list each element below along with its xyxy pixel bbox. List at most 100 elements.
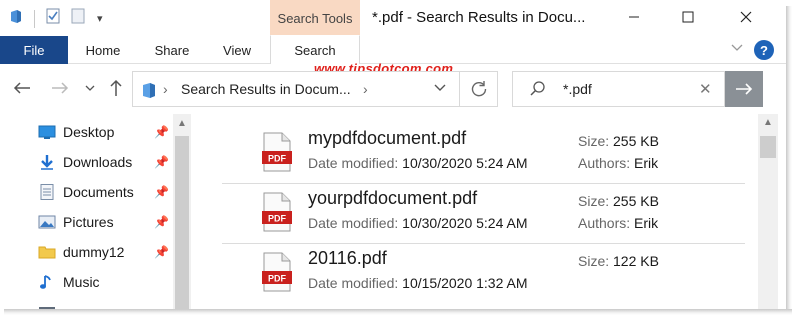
authors-label: Authors: — [578, 215, 631, 231]
maximize-button[interactable] — [660, 0, 716, 34]
pdf-icon-label: PDF — [268, 214, 287, 224]
file-name[interactable]: mypdfdocument.pdf — [308, 128, 466, 149]
nav-item-music[interactable]: Music — [0, 267, 172, 297]
window-title: *.pdf - Search Results in Docu... — [372, 9, 586, 26]
size-label: Size: — [578, 133, 610, 149]
customize-toolbar-icon[interactable]: ▾ — [97, 12, 103, 25]
file-authors: Authors: Erik — [578, 155, 658, 171]
file-authors: Authors: Erik — [578, 215, 658, 231]
pdf-file-icon: PDF — [262, 132, 292, 172]
file-size: Size: 122 KB — [578, 253, 659, 269]
arrow-right-icon — [736, 83, 753, 95]
close-button[interactable] — [718, 0, 774, 34]
tab-share[interactable]: Share — [144, 36, 200, 64]
size-label: Size: — [578, 253, 610, 269]
explorer-icon[interactable] — [8, 8, 24, 29]
explorer-window: ▾ Search Tools *.pdf - Search Results in… — [0, 0, 786, 309]
downloads-icon — [38, 154, 56, 170]
tab-file[interactable]: File — [0, 36, 68, 64]
file-size: Size: 255 KB — [578, 133, 659, 149]
pin-icon[interactable]: 📌 — [154, 185, 169, 199]
desktop-icon — [38, 124, 56, 140]
search-go-button[interactable] — [725, 71, 763, 107]
address-path[interactable]: Search Results in Docum... — [181, 81, 351, 97]
date-value: 10/30/2020 5:24 AM — [402, 215, 528, 231]
file-date-modified: Date modified: 10/30/2020 5:24 AM — [308, 215, 528, 231]
nav-item-desktop[interactable]: Desktop 📌 — [0, 117, 172, 147]
scrollbar-thumb[interactable] — [175, 136, 189, 309]
address-dropdown-icon[interactable] — [433, 80, 447, 99]
search-results-list: PDF mypdfdocument.pdf Date modified: 10/… — [192, 114, 758, 309]
recent-locations-icon[interactable] — [82, 77, 98, 99]
date-label: Date modified: — [308, 215, 399, 231]
size-label: Size: — [578, 193, 610, 209]
date-value: 10/15/2020 1:32 AM — [402, 275, 528, 291]
nav-item-downloads[interactable]: Downloads 📌 — [0, 147, 172, 177]
quick-access-toolbar: ▾ — [8, 8, 103, 29]
nav-item-pictures[interactable]: Pictures 📌 — [0, 207, 172, 237]
tab-view[interactable]: View — [212, 36, 262, 64]
results-scrollbar[interactable]: ▲ — [758, 114, 778, 309]
scroll-up-icon[interactable]: ▲ — [177, 118, 187, 129]
search-icon — [529, 80, 547, 103]
window-shadow-right — [786, 6, 792, 313]
pdf-file-icon: PDF — [262, 252, 292, 292]
size-value: 122 KB — [613, 253, 659, 269]
nav-item-documents[interactable]: Documents 📌 — [0, 177, 172, 207]
forward-button[interactable] — [48, 77, 72, 99]
nav-item-label: Pictures — [63, 214, 114, 230]
pdf-icon-label: PDF — [268, 154, 287, 164]
properties-icon[interactable] — [45, 8, 61, 29]
navigation-pane: Desktop 📌 Downloads 📌 Documents 📌 Pictur… — [0, 114, 192, 309]
pictures-icon — [38, 214, 56, 230]
search-results-icon — [141, 81, 157, 104]
clear-search-icon[interactable]: ✕ — [699, 80, 712, 98]
tab-search[interactable]: Search — [270, 35, 360, 64]
nav-pane-scrollbar[interactable]: ▲ — [173, 114, 191, 309]
refresh-button[interactable] — [460, 71, 498, 107]
scrollbar-thumb[interactable] — [760, 136, 776, 158]
breadcrumb-chevron-icon[interactable]: › — [363, 81, 368, 97]
file-name[interactable]: yourpdfdocument.pdf — [308, 188, 477, 209]
file-size: Size: 255 KB — [578, 193, 659, 209]
help-icon[interactable]: ? — [754, 40, 774, 60]
list-item[interactable]: PDF yourpdfdocument.pdf Date modified: 1… — [222, 184, 745, 244]
nav-item-label: Downloads — [63, 154, 133, 170]
tab-home[interactable]: Home — [74, 36, 132, 64]
breadcrumb-separator-icon: › — [163, 81, 168, 97]
pin-icon[interactable]: 📌 — [154, 125, 169, 139]
address-bar[interactable]: › Search Results in Docum... › — [132, 71, 460, 107]
authors-label: Authors: — [578, 155, 631, 171]
toolbar-separator — [34, 9, 35, 28]
date-label: Date modified: — [308, 275, 399, 291]
file-date-modified: Date modified: 10/15/2020 1:32 AM — [308, 275, 528, 291]
music-icon — [38, 274, 56, 290]
documents-icon — [38, 184, 56, 200]
date-value: 10/30/2020 5:24 AM — [402, 155, 528, 171]
nav-item-dummy12[interactable]: dummy12 📌 — [0, 237, 172, 267]
ribbon-tab-bar: File Home Share View Search ? — [0, 35, 786, 64]
nav-item-label: Desktop — [63, 124, 115, 140]
up-button[interactable] — [106, 77, 126, 99]
search-box[interactable]: *.pdf ✕ — [512, 71, 725, 107]
search-input[interactable]: *.pdf — [563, 81, 592, 97]
size-value: 255 KB — [613, 133, 659, 149]
date-label: Date modified: — [308, 155, 399, 171]
partial-item-icon — [38, 301, 56, 309]
title-bar: ▾ Search Tools *.pdf - Search Results in… — [0, 0, 786, 36]
back-button[interactable] — [10, 77, 34, 99]
pin-icon[interactable]: 📌 — [154, 245, 169, 259]
scroll-up-icon[interactable]: ▲ — [763, 117, 773, 128]
file-name[interactable]: 20116.pdf — [308, 248, 387, 269]
new-folder-icon[interactable] — [71, 8, 85, 29]
minimize-button[interactable] — [606, 0, 662, 34]
expand-ribbon-icon[interactable] — [730, 40, 744, 57]
size-value: 255 KB — [613, 193, 659, 209]
list-item[interactable]: PDF 20116.pdf Date modified: 10/15/2020 … — [222, 244, 745, 304]
pin-icon[interactable]: 📌 — [154, 155, 169, 169]
pdf-icon-label: PDF — [268, 274, 287, 284]
list-item[interactable]: PDF mypdfdocument.pdf Date modified: 10/… — [222, 124, 745, 184]
pin-icon[interactable]: 📌 — [154, 215, 169, 229]
refresh-icon — [471, 81, 486, 97]
search-tools-context-tab: Search Tools — [270, 0, 360, 36]
